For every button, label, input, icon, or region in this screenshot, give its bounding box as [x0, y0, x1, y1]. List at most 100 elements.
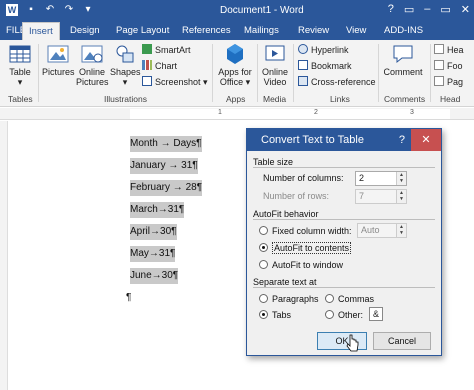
chart-button[interactable]: Chart: [142, 60, 177, 72]
other-separator-input[interactable]: &: [369, 307, 383, 321]
tabs-radio[interactable]: Tabs: [259, 309, 291, 321]
video-icon: [265, 45, 285, 61]
cross-reference-label: Cross-reference: [311, 77, 376, 87]
spin-arrows-icon: ▲ ▼: [396, 224, 406, 237]
customize-qat-icon[interactable]: ▾: [82, 4, 94, 16]
smartart-button[interactable]: SmartArt: [142, 44, 191, 56]
close-icon[interactable]: ✕: [461, 3, 470, 16]
radio-icon: [325, 294, 334, 303]
radio-icon: [325, 310, 334, 319]
group-comments-label: Comments: [384, 94, 426, 104]
table-button[interactable]: Table ▾: [6, 43, 34, 87]
doc-line[interactable]: February → 28¶: [130, 180, 203, 196]
doc-line[interactable]: May→31¶: [130, 246, 176, 262]
group-header-footer-label: Head: [440, 94, 461, 104]
ribbon: Table ▾ Tables Pictures Online Pictures Sh…: [0, 40, 474, 107]
radio-selected-icon: [259, 310, 268, 319]
horizontal-ruler[interactable]: 1 2 3: [0, 108, 474, 120]
apps-label-1: Apps for: [218, 67, 252, 77]
group-tables-label: Tables: [8, 94, 33, 104]
page-number-button[interactable]: Pag: [434, 76, 463, 88]
shapes-icon: [116, 45, 134, 63]
tab-add-ins[interactable]: ADD-INS: [378, 22, 429, 40]
tab-insert[interactable]: Insert: [22, 22, 60, 40]
spin-arrows-icon[interactable]: ▲ ▼: [396, 172, 406, 185]
group-separator: [38, 44, 39, 102]
pictures-icon: [47, 45, 69, 63]
minimize-icon[interactable]: –: [424, 3, 430, 16]
online-video-button[interactable]: Online Video: [260, 43, 290, 87]
section-divider: [253, 219, 435, 220]
help-icon[interactable]: ?: [388, 3, 394, 16]
chevron-down-icon: ▾: [17, 77, 23, 87]
comment-icon: [393, 45, 413, 64]
bookmark-button[interactable]: Bookmark: [298, 60, 352, 72]
autofit-contents-radio[interactable]: AutoFit to contents: [259, 242, 352, 254]
ruler-number: 2: [314, 109, 318, 116]
mouse-pointer-icon: [346, 334, 359, 352]
page-number-icon: [434, 76, 444, 86]
tab-mailings[interactable]: Mailings: [238, 22, 285, 40]
group-illustrations-label: Illustrations: [104, 94, 147, 104]
paragraphs-label: Paragraphs: [272, 294, 319, 304]
autofit-contents-label: AutoFit to contents: [272, 242, 352, 254]
num-columns-value: 2: [359, 173, 365, 183]
tab-review[interactable]: Review: [292, 22, 335, 40]
pictures-button[interactable]: Pictures: [42, 43, 75, 77]
ribbon-display-icon[interactable]: ▭: [404, 3, 414, 16]
section-divider: [253, 287, 435, 288]
maximize-icon[interactable]: ▭: [440, 3, 450, 16]
cancel-button[interactable]: Cancel: [373, 332, 431, 350]
screenshot-button[interactable]: Screenshot ▾: [142, 76, 208, 88]
group-links-label: Links: [330, 94, 350, 104]
num-rows-stepper: 7 ▲ ▼: [355, 189, 407, 204]
comment-button[interactable]: Comment: [382, 43, 424, 77]
doc-line[interactable]: March→31¶: [130, 202, 185, 218]
redo-icon[interactable]: ↷: [63, 4, 75, 16]
apps-icon: [227, 44, 243, 64]
num-columns-label: Number of columns:: [263, 173, 344, 183]
footer-button[interactable]: Foo: [434, 60, 463, 72]
num-rows-value: 7: [359, 191, 365, 201]
num-columns-stepper[interactable]: 2 ▲ ▼: [355, 171, 407, 186]
tab-view[interactable]: View: [340, 22, 372, 40]
other-radio[interactable]: Other:: [325, 309, 363, 321]
autofit-window-label: AutoFit to window: [272, 260, 344, 270]
tab-design[interactable]: Design: [64, 22, 106, 40]
dialog-close-button[interactable]: ✕: [411, 129, 441, 151]
smartart-label: SmartArt: [155, 45, 191, 55]
online-pictures-button[interactable]: Online Pictures: [76, 43, 109, 87]
paragraphs-radio[interactable]: Paragraphs: [259, 293, 319, 305]
doc-line[interactable]: June→30¶: [130, 268, 179, 284]
cross-reference-button[interactable]: Cross-reference: [298, 76, 376, 88]
doc-line[interactable]: Month → Days¶: [130, 136, 202, 152]
bookmark-label: Bookmark: [311, 61, 352, 71]
commas-radio[interactable]: Commas: [325, 293, 374, 305]
ruler-text-area: [130, 109, 450, 119]
tab-page-layout[interactable]: Page Layout: [110, 22, 175, 40]
group-separator: [378, 44, 379, 102]
save-icon[interactable]: ▪: [25, 4, 37, 16]
online-pictures-icon: [81, 45, 103, 63]
apps-for-office-button[interactable]: Apps for Office ▾: [216, 43, 254, 87]
undo-icon[interactable]: ↶: [44, 4, 56, 16]
group-media-label: Media: [263, 94, 287, 104]
header-button[interactable]: Hea: [434, 44, 464, 56]
shapes-label: Shapes: [110, 67, 141, 77]
tab-references[interactable]: References: [176, 22, 237, 40]
fixed-width-stepper: Auto ▲ ▼: [357, 223, 407, 238]
doc-line[interactable]: April→30¶: [130, 224, 177, 240]
doc-line[interactable]: ¶: [126, 290, 131, 306]
autofit-window-radio[interactable]: AutoFit to window: [259, 259, 343, 271]
doc-line[interactable]: January → 31¶: [130, 158, 198, 174]
help-icon[interactable]: ?: [399, 129, 405, 151]
header-icon: [434, 44, 444, 54]
shapes-button[interactable]: Shapes ▾: [110, 43, 141, 87]
smartart-icon: [142, 44, 152, 54]
commas-label: Commas: [338, 294, 375, 304]
group-separator: [430, 44, 431, 102]
fixed-column-width-radio[interactable]: Fixed column width:: [259, 225, 352, 237]
hyperlink-button[interactable]: Hyperlink: [298, 44, 349, 56]
chevron-down-icon: ▾: [122, 77, 128, 87]
other-label: Other:: [338, 310, 364, 320]
